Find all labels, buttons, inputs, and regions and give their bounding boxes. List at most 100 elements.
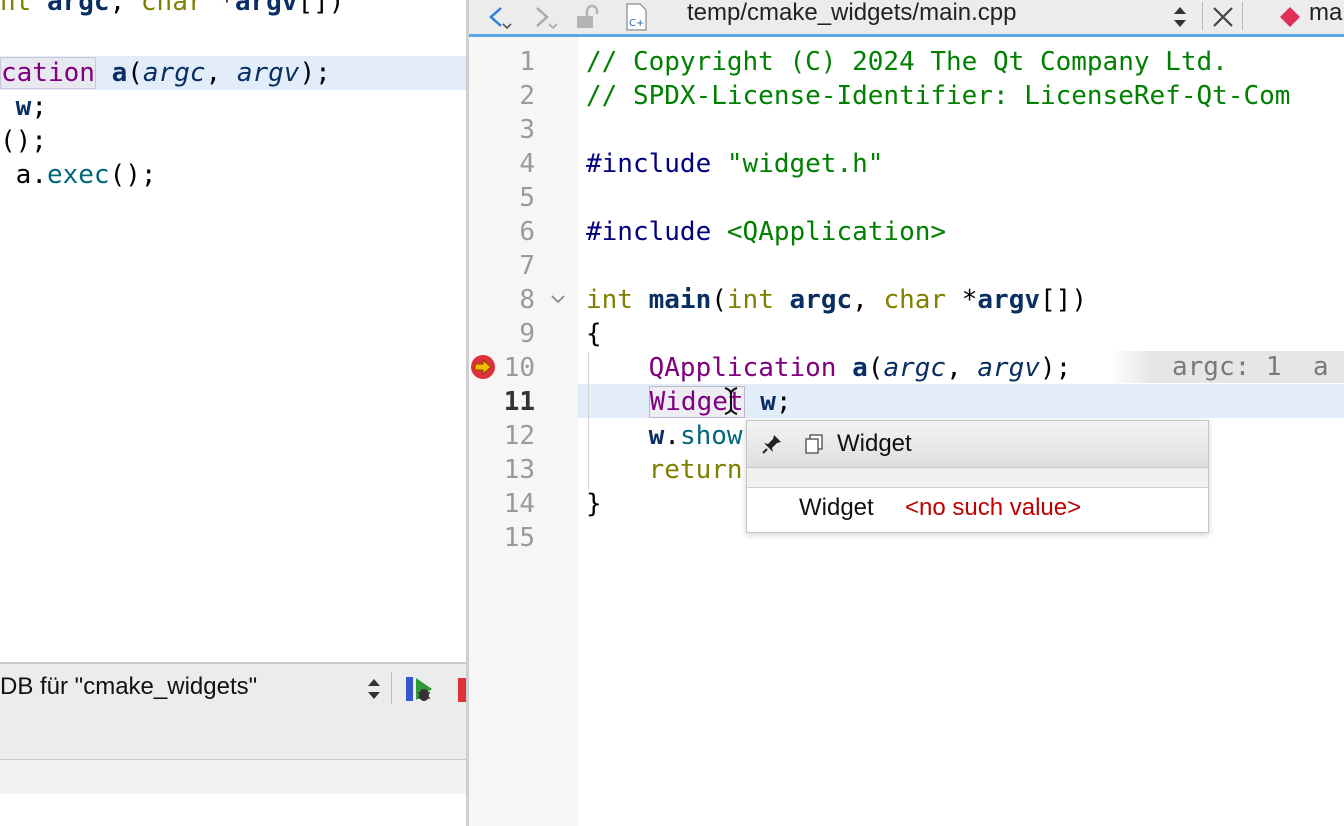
code-line[interactable]: cation a(argc, argv); [0, 56, 331, 90]
code-token: return [648, 455, 743, 485]
copy-icon[interactable] [803, 433, 825, 455]
code-token: QApplication [648, 353, 837, 383]
code-token: * [946, 285, 978, 315]
file-select-dropdown[interactable] [1169, 0, 1191, 34]
code-token: #include [586, 149, 727, 179]
line-number[interactable]: 7 [469, 249, 535, 283]
code-token: ); [299, 58, 331, 88]
code-line[interactable]: QApplication a(argc, argv); [586, 351, 1072, 385]
code-token: (); [109, 160, 157, 190]
left-editor-pane[interactable]: nt argc, char *argv[]) cation a(argc, ar… [0, 0, 468, 826]
breakpoint-arrow-icon[interactable] [469, 353, 497, 381]
code-token: exec [46, 160, 110, 190]
code-token: , [946, 353, 978, 383]
code-line[interactable]: // Copyright (C) 2024 The Qt Company Ltd… [586, 45, 1228, 79]
inline-value-text: argc: 1 a [1172, 352, 1329, 382]
lock-icon [577, 4, 599, 28]
debug-run-icon[interactable] [404, 674, 434, 704]
line-number[interactable]: 2 [469, 79, 535, 113]
code-line[interactable]: (); [0, 124, 47, 158]
line-number[interactable]: 14 [469, 487, 535, 521]
code-token: []) [1040, 285, 1087, 315]
code-token: int [586, 285, 633, 315]
code-token: ; [775, 387, 792, 417]
debug-value-tooltip[interactable]: Widget Widget <no such value> [746, 420, 1209, 533]
tooltip-value-row[interactable]: Widget <no such value> [747, 488, 1208, 532]
split-file-label[interactable]: ma [1309, 0, 1342, 30]
code-token: argc [46, 0, 110, 17]
code-line[interactable]: Widget w; [586, 385, 792, 419]
code-token: char [883, 285, 947, 315]
output-panel [0, 760, 468, 794]
tooltip-title: Widget [837, 430, 912, 457]
code-token: argc [883, 353, 947, 383]
code-line[interactable]: nt argc, char *argv[]) [0, 0, 344, 19]
code-line[interactable]: } [586, 487, 602, 521]
code-line[interactable]: w; [0, 90, 47, 124]
line-number[interactable]: 9 [469, 317, 535, 351]
code-line[interactable]: #include <QApplication> [586, 215, 946, 249]
code-token: , [852, 285, 884, 315]
code-token: argv [977, 285, 1041, 315]
line-number[interactable]: 3 [469, 113, 535, 147]
code-token: argv [236, 58, 300, 88]
code-line[interactable]: int main(int argc, char *argv[]) [586, 283, 1087, 317]
code-line[interactable]: // SPDX-License-Identifier: LicenseRef-Q… [586, 79, 1290, 113]
code-token: . [31, 160, 47, 190]
code-token: main [648, 285, 712, 315]
code-token: } [586, 489, 602, 519]
code-token: ( [711, 285, 727, 315]
lock-button[interactable] [573, 0, 601, 34]
line-number[interactable]: 5 [469, 181, 535, 215]
toolbar-separator [1202, 2, 1203, 30]
line-number[interactable]: 1 [469, 45, 535, 79]
diamond-icon [1277, 0, 1303, 34]
line-number[interactable]: 12 [469, 419, 535, 453]
forward-button[interactable] [527, 0, 561, 34]
code-token: a [0, 160, 32, 190]
cpp-file-icon: C+ [621, 0, 651, 34]
updown-arrows-icon[interactable] [364, 676, 384, 702]
line-number[interactable]: 15 [469, 521, 535, 555]
code-token: // SPDX-License-Identifier: LicenseRef-Q… [586, 81, 1291, 111]
code-line[interactable]: { [586, 317, 602, 351]
code-token: []) [297, 0, 345, 17]
code-token: argv [977, 353, 1040, 383]
back-button[interactable] [481, 0, 515, 34]
code-token: (); [0, 126, 47, 156]
debugger-selector[interactable]: DB für "cmake_widgets" [0, 672, 257, 702]
code-token: * [203, 0, 235, 17]
line-number[interactable]: 8 [469, 283, 535, 317]
file-path-selector[interactable]: temp/cmake_widgets/main.cpp [687, 0, 1016, 30]
editor-toolbar: C+ temp/cmake_widgets/main.cpp ma [469, 0, 1344, 37]
line-number[interactable]: 4 [469, 147, 535, 181]
toolbar-separator [391, 672, 392, 704]
code-token: , [205, 58, 237, 88]
code-line[interactable]: #include "widget.h" [586, 147, 883, 181]
pin-icon[interactable] [761, 433, 783, 455]
line-number[interactable]: 13 [469, 453, 535, 487]
code-line[interactable]: w.show [586, 419, 743, 453]
code-line[interactable]: a.exec(); [0, 158, 157, 192]
code-token: . [664, 421, 680, 451]
code-line[interactable]: return [586, 453, 743, 487]
updown-arrows-icon [1174, 7, 1186, 27]
toolbar-separator [1242, 2, 1243, 30]
code-token: ( [867, 353, 884, 383]
line-number[interactable]: 11 [469, 385, 535, 419]
line-number[interactable]: 6 [469, 215, 535, 249]
code-token: , [109, 0, 141, 17]
fold-chevron-icon[interactable] [549, 290, 567, 308]
code-token: { [586, 319, 602, 349]
code-token: "widget.h" [726, 149, 884, 179]
code-token: // Copyright (C) 2024 The Qt Company Ltd… [586, 47, 1228, 77]
debugger-toolbar: DB für "cmake_widgets" [0, 662, 468, 713]
code-token: a [852, 353, 868, 383]
code-token: argc [789, 285, 853, 315]
close-editor-button[interactable] [1207, 0, 1239, 34]
